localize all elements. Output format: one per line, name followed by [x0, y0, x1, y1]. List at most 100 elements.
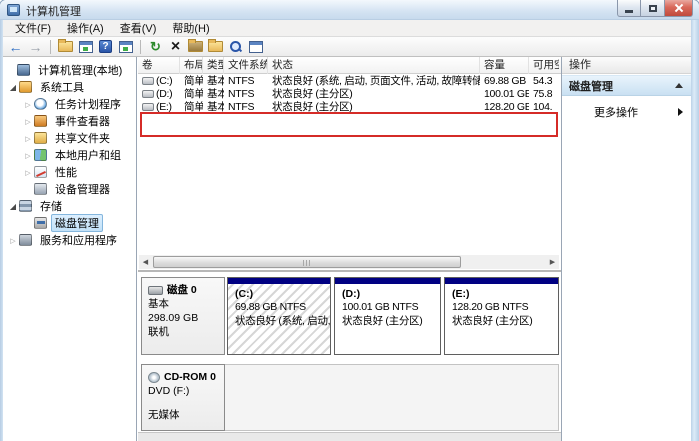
- menu-view[interactable]: 查看(V): [112, 19, 165, 37]
- primary-partition-stripe: [335, 278, 440, 284]
- bottom-strip: [138, 432, 561, 441]
- tree-item-performance[interactable]: 性能: [3, 163, 136, 180]
- window-controls: [617, 0, 693, 17]
- expand-collapse-icon[interactable]: [22, 132, 34, 144]
- tree-item-storage[interactable]: 存储: [3, 197, 136, 214]
- tree-item-disk-management[interactable]: 磁盘管理: [3, 214, 136, 231]
- volume-list: 卷 布局 类型 文件系统 状态 容量 可用空间 (C:) 简单 基本 NTFS …: [138, 57, 561, 270]
- expand-collapse-icon[interactable]: [7, 234, 19, 246]
- scrollbar-thumb[interactable]: [153, 256, 461, 268]
- volume-list-header: 卷 布局 类型 文件系统 状态 容量 可用空间: [138, 57, 561, 74]
- menu-help[interactable]: 帮助(H): [164, 19, 217, 37]
- task-scheduler-icon: [34, 98, 47, 110]
- tree-item-local-users-groups[interactable]: 本地用户和组: [3, 146, 136, 163]
- chevron-up-icon[interactable]: [675, 83, 683, 88]
- expand-collapse-icon[interactable]: [22, 115, 34, 127]
- help-icon[interactable]: ?: [99, 40, 112, 53]
- maximize-button[interactable]: [641, 0, 665, 17]
- tree-item-computer-management[interactable]: 计算机管理(本地): [3, 61, 136, 78]
- menu-bar: 文件(F) 操作(A) 查看(V) 帮助(H): [3, 20, 691, 37]
- close-button[interactable]: [665, 0, 693, 17]
- tree-item-services-applications[interactable]: 服务和应用程序: [3, 231, 136, 248]
- cdrom-media-area[interactable]: [225, 364, 559, 431]
- disk-0-label[interactable]: 磁盘 0 基本 298.09 GB 联机: [141, 277, 225, 355]
- window-border-right: [691, 20, 699, 441]
- minimize-button[interactable]: [617, 0, 641, 17]
- tree-item-device-manager[interactable]: 设备管理器: [3, 180, 136, 197]
- performance-icon: [34, 166, 47, 178]
- disk-0-name: 磁盘 0: [167, 283, 197, 297]
- cdrom-0-drive: DVD (F:): [148, 384, 224, 398]
- highlight-annotation: [140, 112, 558, 137]
- actions-header: 操作: [562, 57, 691, 74]
- disk-management-icon: [34, 217, 47, 229]
- actions-panel: 操作 磁盘管理 更多操作: [561, 57, 691, 441]
- show-action-pane-icon[interactable]: [119, 41, 133, 53]
- computer-management-window: 计算机管理 文件(F) 操作(A) 查看(V) 帮助(H) ?: [0, 0, 699, 441]
- cdrom-icon: [148, 372, 160, 383]
- find-icon[interactable]: [229, 40, 242, 53]
- column-capacity[interactable]: 容量: [480, 57, 529, 74]
- console-options-icon[interactable]: [249, 41, 263, 53]
- chevron-right-icon: [678, 108, 683, 116]
- volume-row-c[interactable]: (C:) 简单 基本 NTFS 状态良好 (系统, 启动, 页面文件, 活动, …: [138, 75, 561, 88]
- title-bar[interactable]: 计算机管理: [0, 0, 699, 20]
- column-volume[interactable]: 卷: [138, 57, 180, 74]
- shared-folders-icon: [34, 132, 47, 144]
- primary-partition-stripe: [445, 278, 558, 284]
- primary-partition-stripe: [228, 278, 330, 284]
- actions-section-label: 磁盘管理: [569, 78, 613, 94]
- expand-collapse-icon[interactable]: [22, 98, 34, 110]
- toolbar-separator: [140, 40, 141, 54]
- partition-e[interactable]: (E:) 128.20 GB NTFS 状态良好 (主分区): [444, 277, 559, 355]
- console-window-icon[interactable]: [79, 41, 93, 53]
- column-free-space[interactable]: 可用空间: [529, 57, 559, 74]
- expand-collapse-icon[interactable]: [7, 200, 19, 212]
- menu-action[interactable]: 操作(A): [59, 19, 112, 37]
- expand-collapse-icon[interactable]: [7, 81, 19, 93]
- disk-icon: [148, 286, 163, 295]
- actions-section-disk-management[interactable]: 磁盘管理: [562, 75, 691, 96]
- tree-item-task-scheduler[interactable]: 任务计划程序: [3, 95, 136, 112]
- disk-0-size: 298.09 GB: [148, 311, 224, 325]
- more-actions-label: 更多操作: [594, 104, 638, 120]
- app-icon: [7, 4, 20, 16]
- back-icon[interactable]: [7, 39, 24, 55]
- volume-row-d[interactable]: (D:) 简单 基本 NTFS 状态良好 (主分区) 100.01 GB 75.…: [138, 88, 561, 101]
- services-icon: [19, 234, 32, 246]
- scroll-left-icon[interactable]: ◀: [139, 256, 152, 269]
- expand-collapse-icon[interactable]: [22, 149, 34, 161]
- horizontal-scrollbar[interactable]: ◀ ▶: [139, 255, 559, 269]
- open-folder-icon[interactable]: [208, 41, 223, 52]
- tree-item-system-tools[interactable]: 系统工具: [3, 78, 136, 95]
- column-type[interactable]: 类型: [203, 57, 224, 74]
- expand-collapse-icon[interactable]: [22, 166, 34, 178]
- show-console-tree-icon[interactable]: [58, 41, 73, 52]
- forward-icon[interactable]: [27, 39, 44, 55]
- tree-item-event-viewer[interactable]: 事件查看器: [3, 112, 136, 129]
- cdrom-0-label[interactable]: CD-ROM 0 DVD (F:) 无媒体: [141, 364, 225, 431]
- refresh-icon[interactable]: [147, 39, 164, 55]
- column-layout[interactable]: 布局: [180, 57, 203, 74]
- system-tools-icon: [19, 81, 32, 93]
- more-actions-item[interactable]: 更多操作: [562, 103, 691, 120]
- properties-folder-icon[interactable]: [188, 41, 203, 52]
- cdrom-0-media: 无媒体: [148, 408, 224, 422]
- computer-icon: [17, 64, 30, 76]
- delete-icon[interactable]: [167, 39, 184, 55]
- local-users-groups-icon: [34, 149, 47, 161]
- maximize-icon: [649, 5, 657, 12]
- device-manager-icon: [34, 183, 47, 195]
- minimize-icon: [625, 10, 633, 13]
- scroll-right-icon[interactable]: ▶: [546, 256, 559, 269]
- partition-c[interactable]: (C:) 69.88 GB NTFS 状态良好 (系统, 启动, 页面文件, 活…: [227, 277, 331, 355]
- toolbar: ?: [3, 37, 691, 57]
- tree-item-shared-folders[interactable]: 共享文件夹: [3, 129, 136, 146]
- column-filesystem[interactable]: 文件系统: [224, 57, 268, 74]
- cdrom-0-name: CD-ROM 0: [164, 370, 216, 384]
- menu-file[interactable]: 文件(F): [7, 19, 59, 37]
- event-viewer-icon: [34, 115, 47, 127]
- column-status[interactable]: 状态: [268, 57, 480, 74]
- partition-d[interactable]: (D:) 100.01 GB NTFS 状态良好 (主分区): [334, 277, 441, 355]
- disk-management-panel: 卷 布局 类型 文件系统 状态 容量 可用空间 (C:) 简单 基本 NTFS …: [138, 57, 561, 441]
